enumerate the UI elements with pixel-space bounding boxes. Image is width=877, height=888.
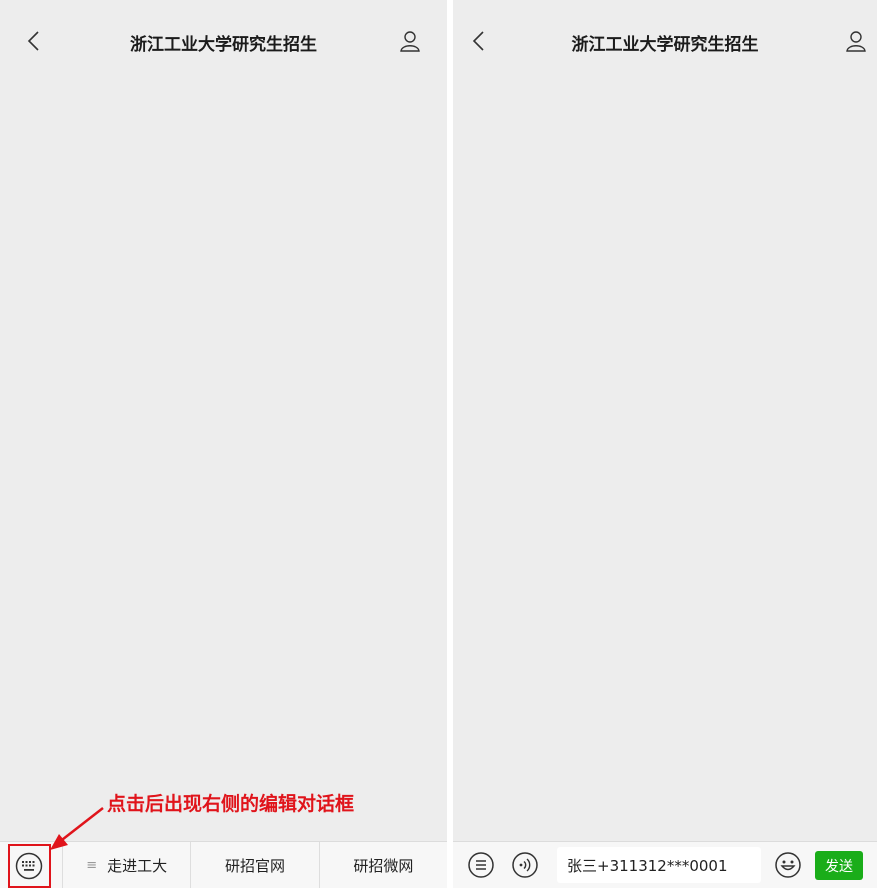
page-title: 浙江工业大学研究生招生 (130, 35, 317, 55)
menu-tab-intro[interactable]: ≡ 走进工大 (62, 842, 190, 888)
emoji-icon[interactable] (774, 851, 802, 879)
send-button[interactable]: 发送 (815, 851, 863, 880)
menu-tab-official-site[interactable]: 研招官网 (190, 842, 318, 888)
left-chat-panel: 浙江工业大学研究生招生 ≡ 走进工大 研招官网 研招微网 (0, 0, 447, 888)
menu-list-icon[interactable] (467, 851, 495, 879)
voice-icon[interactable] (511, 851, 539, 879)
right-chat-panel: 浙江工业大学研究生招生 张三+311312***0001 发送 (453, 0, 877, 888)
page-title: 浙江工业大学研究生招生 (571, 35, 759, 55)
user-profile-icon[interactable] (844, 29, 868, 53)
left-header: 浙江工业大学研究生招生 (0, 0, 447, 78)
menu-tab-label: 研招微网 (353, 856, 414, 875)
menu-tabs: ≡ 走进工大 研招官网 研招微网 (62, 842, 447, 888)
user-profile-icon[interactable] (398, 29, 422, 53)
right-header: 浙江工业大学研究生招生 (453, 0, 877, 78)
annotation-text: 点击后出现右侧的编辑对话框 (107, 793, 355, 815)
menu-tab-label: 走进工大 (107, 856, 168, 875)
message-input[interactable]: 张三+311312***0001 (557, 847, 761, 883)
highlight-box (8, 844, 51, 888)
menu-tab-micro-site[interactable]: 研招微网 (318, 842, 447, 888)
input-bar: 张三+311312***0001 发送 (453, 841, 877, 888)
menu-bar: ≡ 走进工大 研招官网 研招微网 (0, 841, 447, 888)
menu-list-icon: ≡ (86, 857, 98, 873)
menu-tab-label: 研招官网 (224, 856, 285, 875)
